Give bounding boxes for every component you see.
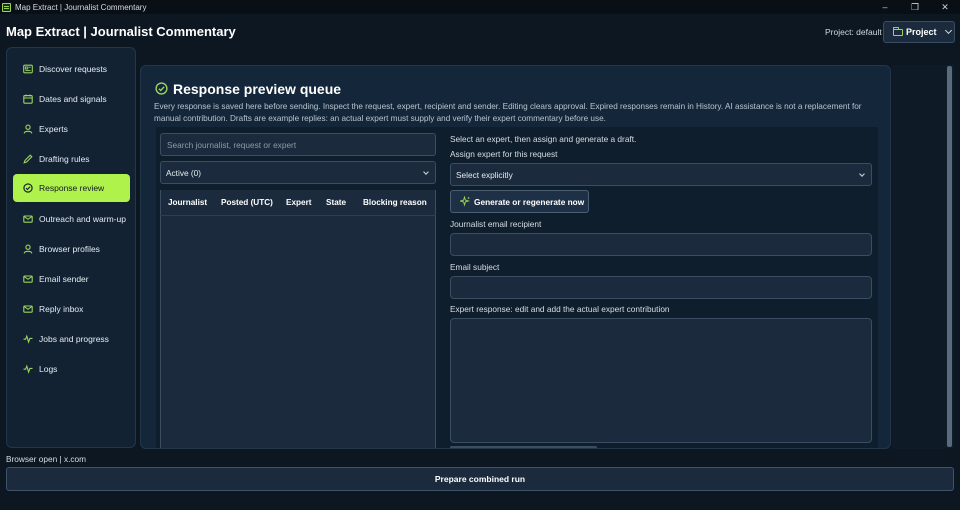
calendar-icon	[23, 94, 33, 104]
recipient-input[interactable]	[450, 233, 872, 256]
minimize-button[interactable]: –	[870, 0, 900, 14]
sidebar: Discover requests Dates and signals Expe…	[6, 47, 136, 448]
app-title: Map Extract | Journalist Commentary	[6, 24, 236, 39]
chevron-down-icon	[944, 26, 952, 35]
sidebar-item-reply-inbox[interactable]: Reply inbox	[13, 295, 130, 323]
subject-label: Email subject	[450, 262, 500, 272]
column-header-state[interactable]: State	[326, 198, 346, 207]
chevron-down-icon	[859, 171, 865, 177]
sidebar-item-dates-and-signals[interactable]: Dates and signals	[13, 85, 130, 113]
pencil-icon	[23, 154, 33, 164]
folder-icon	[893, 26, 903, 36]
sidebar-item-label: Drafting rules	[39, 154, 90, 164]
prepare-combined-run-label: Prepare combined run	[434, 474, 526, 484]
sidebar-item-logs[interactable]: Logs	[13, 355, 130, 383]
subject-input[interactable]	[450, 276, 872, 299]
activity-icon	[23, 334, 33, 344]
response-label: Expert response: edit and add the actual…	[450, 304, 670, 314]
sidebar-item-experts[interactable]: Experts	[13, 115, 130, 143]
window-titlebar: Map Extract | Journalist Commentary	[0, 0, 960, 14]
generate-draft-button[interactable]: Generate or regenerate now	[450, 190, 589, 213]
horizontal-scrollbar[interactable]	[450, 446, 597, 448]
newspaper-icon	[23, 64, 33, 74]
project-button[interactable]: Project	[883, 21, 955, 43]
sidebar-item-label: Response review	[39, 183, 105, 193]
sidebar-item-label: Logs	[39, 364, 58, 374]
right-gutter	[892, 65, 946, 449]
mail-icon	[23, 275, 33, 283]
search-input[interactable]	[160, 133, 436, 156]
sidebar-item-label: Outreach and warm-up	[39, 214, 126, 224]
project-button-label: Project	[906, 27, 937, 37]
sidebar-item-jobs-and-progress[interactable]: Jobs and progress	[13, 325, 130, 353]
sidebar-item-label: Email sender	[39, 274, 89, 284]
sidebar-item-response-review[interactable]: Response review	[13, 174, 130, 202]
sidebar-item-label: Reply inbox	[39, 304, 84, 314]
generate-draft-label: Generate or regenerate now	[474, 196, 585, 207]
close-button[interactable]: ✕	[930, 0, 960, 14]
assign-expert-label: Assign expert for this request	[450, 149, 558, 159]
page-title: Response preview queue	[173, 81, 342, 97]
sidebar-item-outreach-and-warm-up[interactable]: Outreach and warm-up	[13, 205, 130, 233]
user-icon	[23, 244, 33, 254]
sidebar-item-browser-profiles[interactable]: Browser profiles	[13, 235, 130, 263]
vertical-scrollbar-thumb[interactable]	[947, 66, 952, 447]
sidebar-item-label: Discover requests	[39, 64, 108, 74]
column-header-blocking-reason[interactable]: Blocking reason	[363, 198, 427, 207]
sidebar-item-email-sender[interactable]: Email sender	[13, 265, 130, 293]
recipient-label: Journalist email recipient	[450, 219, 542, 229]
app-icon	[2, 2, 11, 12]
response-review-panel: Response preview queue Every response is…	[140, 65, 891, 449]
column-header-expert[interactable]: Expert	[286, 198, 311, 207]
prepare-combined-run-button[interactable]: Prepare combined run	[6, 467, 954, 491]
sidebar-item-discover-requests[interactable]: Discover requests	[13, 55, 130, 83]
check-circle-icon	[23, 183, 33, 193]
project-label: Project: default	[825, 27, 882, 37]
chevron-down-icon	[423, 169, 429, 175]
response-table	[160, 190, 436, 448]
filter-select-value: Active (0)	[166, 167, 202, 178]
window-title: Map Extract | Journalist Commentary	[15, 2, 147, 12]
activity-icon	[23, 364, 33, 374]
table-header: Journalist Posted (UTC) Expert State Blo…	[160, 190, 436, 216]
sidebar-item-label: Browser profiles	[39, 244, 100, 254]
status-text: Browser open | x.com	[6, 454, 87, 464]
column-header-posted[interactable]: Posted (UTC)	[221, 198, 273, 207]
column-header-journalist[interactable]: Journalist	[168, 198, 207, 207]
mail-icon	[23, 305, 33, 313]
assign-expert-value: Select explicitly	[456, 169, 513, 180]
mail-icon	[23, 215, 33, 223]
check-circle-icon	[155, 82, 168, 95]
maximize-button[interactable]: ❐	[900, 0, 930, 14]
user-icon	[23, 124, 33, 134]
response-textarea[interactable]	[450, 318, 872, 443]
filter-select[interactable]: Active (0)	[160, 161, 436, 184]
sidebar-item-label: Experts	[39, 124, 68, 134]
assign-expert-select[interactable]: Select explicitly	[450, 163, 872, 186]
sidebar-item-label: Jobs and progress	[39, 334, 109, 344]
sidebar-item-drafting-rules[interactable]: Drafting rules	[13, 145, 130, 173]
assign-hint: Select an expert, then assign and genera…	[450, 134, 637, 144]
sidebar-item-label: Dates and signals	[39, 94, 107, 104]
sparkle-icon	[460, 196, 471, 207]
page-description: Every response is saved here before send…	[154, 102, 862, 123]
